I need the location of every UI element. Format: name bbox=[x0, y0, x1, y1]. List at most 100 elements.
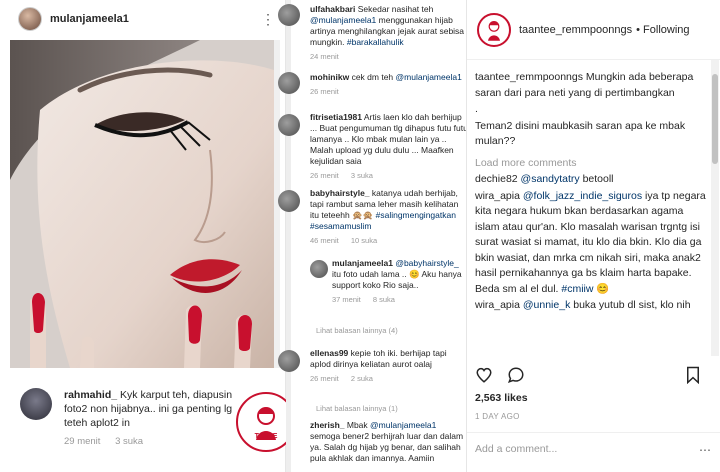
comment-time: 26 menit bbox=[310, 87, 339, 96]
hashtag-link[interactable]: #cmiiw bbox=[561, 283, 593, 295]
see-more-replies-link[interactable]: Lihat balasan lainnya (1) bbox=[316, 404, 398, 413]
comment-time: 29 menit bbox=[64, 436, 101, 447]
comment-meta: 37 menit 8 suka bbox=[332, 294, 462, 305]
comment-text: semoga bener2 berhijrah luar dan dalam y… bbox=[310, 431, 464, 463]
comment-body: mulanjameela1 @babyhairstyle_ itu foto u… bbox=[332, 258, 462, 305]
comment-author[interactable]: fitrisetia1981 bbox=[310, 112, 362, 122]
comment-body: ulfahakbari Sekedar nasihat teh @mulanja… bbox=[310, 4, 468, 62]
post-username[interactable]: mulanjameela1 bbox=[50, 13, 129, 25]
comment-meta: 26 menit 2 suka bbox=[310, 373, 468, 384]
comment-author[interactable]: rahmahid_ bbox=[64, 389, 117, 401]
avatar[interactable] bbox=[278, 4, 300, 26]
add-comment-bar: ⋯ bbox=[467, 432, 720, 472]
mention-link[interactable]: @mulanjameela1 bbox=[310, 15, 376, 25]
see-more-replies-link[interactable]: Lihat balasan lainnya (4) bbox=[316, 326, 398, 335]
screenshot-root: mulanjameela1 ⋮ rahmahid_ Kyk karput teh… bbox=[0, 0, 720, 472]
avatar[interactable] bbox=[278, 350, 300, 372]
comment-likes[interactable]: 3 suka bbox=[351, 171, 373, 180]
post-header: mulanjameela1 ⋮ bbox=[0, 0, 285, 38]
mention-link[interactable]: @folk_jazz_indie_siguros bbox=[523, 190, 642, 202]
comment-body: ellenas99 kepie toh iki. berhijap tapi a… bbox=[310, 348, 468, 384]
comment-body: fitrisetia1981 Artis laen klo dah berhij… bbox=[310, 112, 468, 181]
comment-author[interactable]: babyhairstyle_ bbox=[310, 188, 370, 198]
likes-count[interactable]: 2,563 likes bbox=[475, 392, 528, 404]
post-date: 1 DAY AGO bbox=[475, 412, 520, 421]
add-comment-input[interactable] bbox=[475, 443, 695, 455]
more-options-icon[interactable]: ⋯ bbox=[699, 443, 711, 457]
comment-time: 37 menit bbox=[332, 295, 361, 304]
comments-scrollbar[interactable] bbox=[711, 60, 719, 356]
scrollbar-thumb[interactable] bbox=[712, 74, 718, 164]
comment-body: babyhairstyle_ katanya udah berhijab, ta… bbox=[310, 188, 468, 246]
avatar[interactable] bbox=[278, 72, 300, 94]
avatar[interactable] bbox=[278, 190, 300, 212]
caption-and-comments: taantee_remmpoonngs Mungkin ada beberapa… bbox=[475, 70, 709, 315]
comment-author[interactable]: ellenas99 bbox=[310, 348, 348, 358]
comment-author[interactable]: wira_apia bbox=[475, 299, 520, 311]
comment-time: 26 menit bbox=[310, 171, 339, 180]
emoji: 😊 bbox=[596, 282, 610, 295]
comment-meta: 24 menit bbox=[310, 51, 468, 62]
mention-link[interactable]: @babyhairstyle_ bbox=[395, 258, 458, 268]
comment-author[interactable]: dechie82 bbox=[475, 173, 518, 185]
mention-link[interactable]: @mulanjameela1 bbox=[370, 420, 436, 430]
comment-text: Sekedar nasihat teh bbox=[357, 4, 434, 14]
caption-line: Teman2 disini maubkasih saran apa ke mba… bbox=[475, 119, 686, 148]
comment-meta: 26 menit bbox=[310, 86, 468, 97]
list-item: wira_apia @unnie_k buka yutub dl sist, k… bbox=[475, 298, 709, 314]
commenter-avatar[interactable] bbox=[20, 388, 52, 420]
comment-meta: 46 menit 10 suka bbox=[310, 235, 468, 246]
lady-icon bbox=[488, 20, 500, 41]
avatar[interactable] bbox=[278, 114, 300, 136]
more-options-icon[interactable]: ⋮ bbox=[261, 11, 275, 28]
following-button[interactable]: • Following bbox=[636, 24, 689, 36]
comment-author[interactable]: mulanjameela1 bbox=[332, 258, 393, 268]
heart-icon[interactable] bbox=[475, 366, 493, 384]
comment-text: itu foto udah lama .. 😊 Aku hanya suppor… bbox=[332, 269, 462, 290]
list-item: dechie82 @sandytatry betooll bbox=[475, 172, 709, 188]
list-item: wira_apia @folk_jazz_indie_siguros iya t… bbox=[475, 189, 709, 298]
comment-time: 24 menit bbox=[310, 52, 339, 61]
comment-likes[interactable]: 8 suka bbox=[373, 295, 395, 304]
profile-avatar[interactable] bbox=[477, 12, 511, 47]
bookmark-icon[interactable] bbox=[685, 366, 701, 384]
profile-username[interactable]: taantee_remmpoonngs bbox=[519, 24, 632, 36]
post-actions bbox=[475, 364, 709, 388]
comment-meta: 29 menit 3 suka bbox=[64, 436, 155, 447]
comment-likes[interactable]: 2 suka bbox=[351, 374, 373, 383]
comment-author[interactable]: zherish_ bbox=[310, 420, 345, 430]
comment-text: rahmahid_ Kyk karput teh, diapusin foto2… bbox=[64, 388, 248, 430]
comment-text: betooll bbox=[582, 173, 614, 185]
comment-meta: 26 menit 3 suka bbox=[310, 170, 468, 181]
comment-body: mohinikw cek dm teh @mulanjameela1 26 me… bbox=[310, 72, 468, 97]
caption-author[interactable]: taantee_remmpoonngs bbox=[475, 71, 583, 83]
comment-text: iya tp negara kita negara hukum bkan ber… bbox=[475, 189, 706, 295]
comment-text: Mbak bbox=[346, 420, 368, 430]
hashtag-link[interactable]: #barakallahulik bbox=[347, 37, 404, 47]
post-sidebar-header: taantee_remmpoonngs • Following bbox=[467, 0, 720, 60]
comment-icon[interactable] bbox=[507, 366, 525, 384]
comment-author[interactable]: wira_apia bbox=[475, 190, 520, 202]
comment-time: 26 menit bbox=[310, 374, 339, 383]
avatar[interactable] bbox=[18, 7, 42, 31]
comment-likes[interactable]: 10 suka bbox=[351, 236, 377, 245]
comment-author[interactable]: mohinikw bbox=[310, 72, 349, 82]
caption-line: . bbox=[475, 103, 478, 115]
caption: taantee_remmpoonngs Mungkin ada beberapa… bbox=[475, 70, 709, 101]
mention-link[interactable]: @mulanjameela1 bbox=[396, 72, 462, 82]
comments-panel: ulfahakbari Sekedar nasihat teh @mulanja… bbox=[278, 0, 468, 472]
comment-time: 46 menit bbox=[310, 236, 339, 245]
comment-text: cek dm teh bbox=[351, 72, 394, 82]
mention-link[interactable]: @sandytatry bbox=[521, 173, 580, 185]
post-photo[interactable] bbox=[10, 40, 274, 368]
load-more-comments-button[interactable]: Load more comments bbox=[475, 156, 709, 172]
left-comment: rahmahid_ Kyk karput teh, diapusin foto2… bbox=[10, 378, 274, 472]
post-sidebar: taantee_remmpoonngs • Following taantee_… bbox=[466, 0, 720, 472]
comment-author[interactable]: ulfahakbari bbox=[310, 4, 355, 14]
portrait-illustration bbox=[10, 40, 274, 368]
comments-scrollbar[interactable] bbox=[286, 0, 291, 472]
comment-body: zherish_ Mbak @mulanjameela1 semoga bene… bbox=[310, 420, 468, 464]
avatar[interactable] bbox=[310, 260, 328, 278]
mention-link[interactable]: @unnie_k bbox=[523, 299, 570, 311]
comment-likes[interactable]: 3 suka bbox=[115, 436, 143, 447]
